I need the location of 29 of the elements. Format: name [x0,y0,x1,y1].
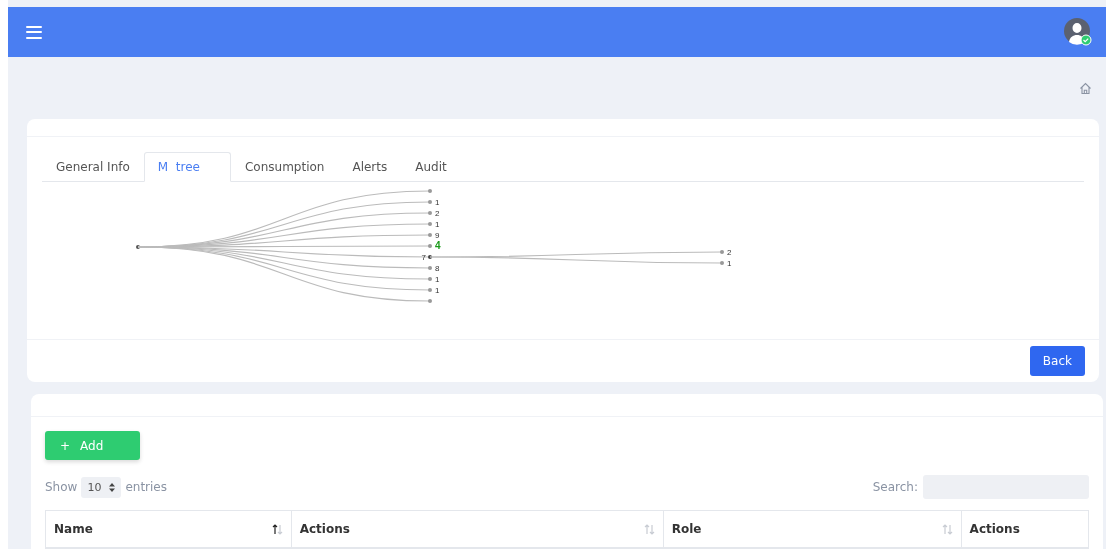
node-label: 7 [421,253,426,262]
tab[interactable]: General Info [42,152,144,182]
entries-select[interactable]: 10 [81,476,122,498]
show-label: Show [45,480,78,494]
updown-icon [109,482,116,492]
tab[interactable]: Alerts [338,152,402,182]
node-label: 1 [435,275,440,284]
home-icon[interactable] [1079,81,1092,95]
column-header[interactable]: Role [663,510,962,548]
menu-icon[interactable] [26,25,42,39]
tab[interactable]: M tree [143,152,231,182]
node-label: 8 [435,264,440,273]
avatar-icon[interactable] [1064,18,1092,46]
column-header[interactable]: Name [45,510,292,548]
node-label: 1 [435,198,440,207]
search-label: Search: [872,480,918,494]
node-label: 2 [435,209,440,218]
node-label: 1 [435,220,440,229]
tab[interactable]: Consumption [230,152,339,182]
node-label: 1 [727,259,732,268]
back-button[interactable]: Back [1029,346,1085,376]
node-label: 1 [435,286,440,295]
node-label: 2 [727,248,732,257]
node-label: 9 [435,231,440,240]
node-label: 4 [435,240,441,251]
entries-label: entries [125,480,167,494]
column-header[interactable]: Actions [291,510,664,548]
tab[interactable]: Audit [401,152,461,182]
column-header[interactable]: Actions [961,510,1089,548]
